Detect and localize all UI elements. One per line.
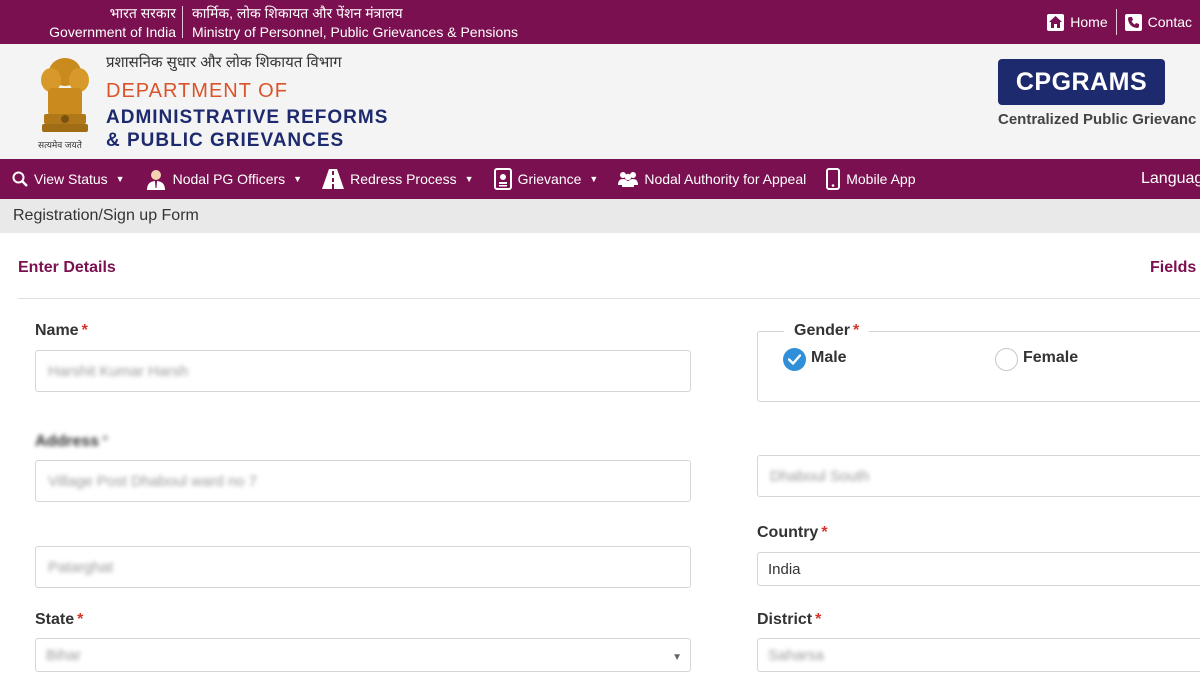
cpgrams-logo: CPGRAMS [998, 59, 1165, 105]
top-bar: भारत सरकार Government of India कार्मिक, … [0, 0, 1200, 44]
department-line-2: ADMINISTRATIVE REFORMS [106, 107, 389, 128]
input-value: Dhaboul South [770, 467, 870, 485]
users-icon [618, 172, 639, 187]
nav-view-status[interactable]: View Status ▼ [0, 171, 135, 187]
gender-male-label[interactable]: Male [811, 349, 847, 367]
nav-nodal-authority-appeal[interactable]: Nodal Authority for Appeal [608, 171, 816, 187]
select-value: Saharsa [768, 646, 824, 664]
required-mark: * [815, 611, 822, 628]
address-line-1-input[interactable]: Village Post Dhaboul ward no 7 [35, 460, 691, 502]
caret-down-icon: ▼ [293, 174, 303, 184]
language-selector[interactable]: Languag [1141, 170, 1200, 188]
address-label: Address * [35, 433, 108, 451]
name-label: Name * [35, 322, 88, 340]
address-line-2-input[interactable]: Patarghat [35, 546, 691, 588]
input-value: India [768, 560, 801, 578]
select-value: Bihar [46, 646, 82, 664]
home-label: Home [1070, 14, 1108, 30]
officer-icon [146, 170, 165, 190]
home-icon [1047, 13, 1065, 31]
label-text: Name [35, 322, 79, 339]
gender-female-radio[interactable] [995, 348, 1018, 371]
label-text: Country [757, 524, 819, 541]
top-links: Home Contac [1039, 0, 1200, 44]
breadcrumb: Registration/Sign up Form [0, 199, 1200, 233]
main-nav: View Status ▼ Nodal PG Officers ▼ Redres… [0, 159, 1200, 199]
caret-down-icon: ▼ [589, 174, 599, 184]
breadcrumb-text: Registration/Sign up Form [13, 207, 199, 224]
nav-label: Redress Process [350, 171, 457, 187]
name-input[interactable]: Harshit Kumar Harsh [35, 350, 691, 392]
department-line-3: & PUBLIC GRIEVANCES [106, 130, 345, 151]
nav-grievance[interactable]: Grievance ▼ [484, 168, 609, 190]
label-text: State [35, 611, 75, 628]
gender-male-radio[interactable] [783, 348, 806, 371]
caret-down-icon: ▼ [115, 174, 125, 184]
nav-label: Grievance [517, 171, 582, 187]
contact-label: Contac [1147, 14, 1192, 30]
mobile-icon [826, 168, 841, 190]
district-label: District * [757, 611, 821, 629]
ministry-english: Ministry of Personnel, Public Grievances… [192, 24, 519, 40]
emblem-motto: सत्यमेव जयते [38, 140, 82, 150]
caret-down-icon: ▼ [672, 652, 682, 663]
gov-hindi: भारत सरकार [109, 5, 176, 21]
label-text: Gender [794, 322, 851, 339]
national-emblem-icon [41, 58, 89, 132]
site-header: सत्यमेव जयते प्रशासनिक सुधार और लोक शिका… [0, 44, 1200, 159]
document-icon [493, 168, 512, 190]
required-fields-note: Fields [1150, 259, 1197, 276]
required-mark: * [102, 433, 109, 450]
country-label: Country * [757, 524, 828, 542]
government-label: भारत सरकार Government of India [36, 4, 176, 42]
ministry-hindi: कार्मिक, लोक शिकायत और पेंशन मंत्रालय [192, 5, 403, 21]
nav-label: Mobile App [846, 171, 916, 187]
required-mark: * [77, 611, 84, 628]
search-icon [12, 171, 28, 187]
input-value: Village Post Dhaboul ward no 7 [48, 472, 258, 490]
department-line-1: DEPARTMENT OF [106, 80, 288, 102]
state-label: State * [35, 611, 83, 629]
road-icon [322, 169, 345, 189]
state-select[interactable]: Bihar ▼ [35, 638, 691, 672]
input-value: Patarghat [48, 558, 114, 576]
ministry-label: कार्मिक, लोक शिकायत और पेंशन मंत्रालय Mi… [192, 4, 518, 42]
gender-label: Gender * [784, 322, 870, 340]
nav-nodal-pg-officers[interactable]: Nodal PG Officers ▼ [135, 168, 312, 190]
gender-female-label[interactable]: Female [1023, 349, 1078, 367]
section-title: Enter Details [18, 259, 116, 276]
nav-redress-process[interactable]: Redress Process ▼ [312, 169, 484, 189]
divider [182, 6, 183, 38]
address-line-3-input[interactable]: Dhaboul South [757, 455, 1200, 497]
phone-icon [1124, 13, 1142, 31]
required-mark: * [821, 524, 828, 541]
input-value: Harshit Kumar Harsh [48, 362, 189, 380]
gov-english: Government of India [49, 24, 176, 40]
divider [18, 298, 1200, 299]
nav-label: Nodal Authority for Appeal [644, 171, 807, 187]
country-input[interactable]: India [757, 552, 1200, 586]
contact-link[interactable]: Contac [1117, 13, 1200, 31]
nav-label: View Status [34, 171, 108, 187]
label-text: District [757, 611, 813, 628]
required-mark: * [81, 322, 88, 339]
checkmark-icon [788, 354, 801, 365]
department-hindi: प्रशासनिक सुधार और लोक शिकायत विभाग [106, 54, 342, 71]
required-mark: * [853, 322, 860, 339]
home-link[interactable]: Home [1039, 13, 1115, 31]
cpgrams-subtitle: Centralized Public Grievanc [998, 111, 1197, 128]
nav-label: Nodal PG Officers [172, 171, 286, 187]
label-text: Address [35, 433, 100, 450]
district-select[interactable]: Saharsa [757, 638, 1200, 672]
nav-mobile-app[interactable]: Mobile App [816, 168, 925, 190]
caret-down-icon: ▼ [464, 174, 474, 184]
